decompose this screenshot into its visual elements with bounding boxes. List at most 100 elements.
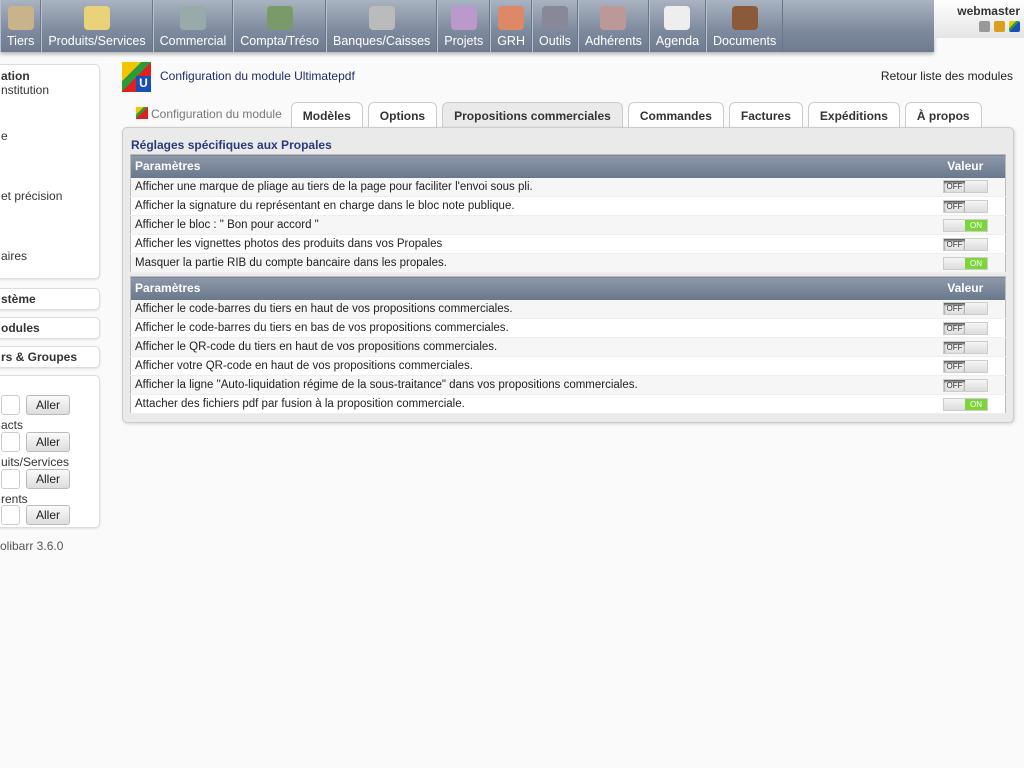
ultimatepdf-icon[interactable] [1009, 21, 1020, 32]
menu-icon [266, 6, 293, 30]
menu-10[interactable]: Documents [706, 0, 784, 52]
tab-0[interactable]: Configuration du module [130, 102, 286, 127]
toggle-switch[interactable]: OFF [942, 378, 988, 392]
toggle-switch[interactable]: OFF [942, 340, 988, 354]
menu-5[interactable]: Projets [437, 0, 491, 52]
menu-label: Compta/Tréso [240, 34, 320, 48]
table-header: Paramètres Valeur [130, 154, 1006, 178]
tab-6[interactable]: Expéditions [807, 102, 900, 127]
table-row: Masquer la partie RIB du compte bancaire… [130, 253, 1006, 273]
sidebar-setup: ation nstitution e et précision aires [0, 64, 100, 279]
sidebar-item[interactable]: aires [1, 249, 27, 263]
setting-label: Afficher le QR-code du tiers en haut de … [130, 337, 926, 357]
sidebar-setup-title[interactable]: ation [1, 69, 30, 83]
sidebar-item[interactable]: e [1, 129, 8, 143]
menu-6[interactable]: GRH [490, 0, 532, 52]
menu-icon [498, 6, 525, 30]
menu-2[interactable]: Commercial [152, 0, 234, 52]
search-button[interactable]: Aller [26, 432, 70, 452]
setting-label: Afficher le code-barres du tiers en haut… [130, 299, 926, 319]
tab-label: À propos [916, 109, 970, 123]
setting-label: Attacher des fichiers pdf par fusion à l… [130, 394, 926, 414]
printer-icon[interactable] [979, 21, 990, 32]
setting-label: Afficher la signature du représentant en… [130, 196, 926, 216]
lock-icon[interactable] [994, 21, 1005, 32]
tab-7[interactable]: À propos [904, 102, 982, 127]
top-menu: Tiers Produits/Services Commercial Compta/T… [0, 0, 934, 52]
tab-4[interactable]: Commandes [627, 102, 724, 127]
search-label: uits/Services [1, 455, 70, 469]
sidebar-system[interactable]: stème [0, 288, 100, 310]
toggle-switch[interactable]: OFF [942, 359, 988, 373]
sidebar-item[interactable]: nstitution [1, 83, 49, 97]
tab-2[interactable]: Options [367, 102, 438, 127]
toggle-switch[interactable]: ON [942, 256, 988, 270]
tab-1[interactable]: Modèles [290, 102, 363, 127]
menu-8[interactable]: Adhérents [577, 0, 649, 52]
menu-1[interactable]: Produits/Services [41, 0, 153, 52]
table-row: Afficher le bloc : " Bon pour accord " ON [130, 215, 1006, 235]
toggle-value: OFF [943, 360, 966, 372]
menu-label: Documents [713, 34, 777, 48]
menu-label: Adhérents [584, 34, 642, 48]
menu-icon [541, 6, 568, 30]
sidebar-search: Aller acts Aller uits/Services Aller ren… [0, 375, 100, 528]
menu-4[interactable]: Banques/Caisses [326, 0, 438, 52]
menu-3[interactable]: Compta/Tréso [233, 0, 327, 52]
col-header: Paramètres [130, 154, 926, 178]
ultimatepdf-logo: U [122, 62, 151, 92]
menu-7[interactable]: Outils [531, 0, 578, 52]
menu-icon [368, 6, 395, 30]
search-label: rents [1, 492, 28, 506]
tab-3[interactable]: Propositions commerciales [442, 102, 623, 127]
menu-9[interactable]: Agenda [648, 0, 707, 52]
table-row: Afficher le QR-code du tiers en haut de … [130, 337, 1006, 357]
sidebar-modules-label: odules [1, 321, 40, 335]
menu-label: Commercial [159, 34, 227, 48]
back-to-modules-link[interactable]: Retour liste des modules [881, 69, 1013, 83]
search-input[interactable] [1, 432, 20, 452]
toggle-switch[interactable]: ON [942, 397, 988, 411]
sidebar-users-label: rs & Groupes [1, 350, 78, 364]
tab-label: Expéditions [819, 109, 888, 123]
username[interactable]: webmaster [957, 4, 1020, 18]
sidebar-item[interactable]: et précision [1, 189, 62, 203]
search-input[interactable] [1, 505, 20, 525]
tab-5[interactable]: Factures [728, 102, 803, 127]
setting-label: Masquer la partie RIB du compte bancaire… [130, 253, 926, 273]
toggle-value: OFF [943, 341, 966, 353]
toggle-value: ON [965, 257, 987, 269]
settings-table: Paramètres Valeur Afficher une marque de p… [130, 154, 1006, 273]
toggle-value: OFF [943, 238, 966, 250]
sidebar-system-label: stème [1, 292, 36, 306]
search-input[interactable] [1, 469, 20, 489]
menu-label: Produits/Services [48, 34, 146, 48]
menu-icon [179, 6, 206, 30]
tab-label: Propositions commerciales [454, 109, 611, 123]
setting-label: Afficher le bloc : " Bon pour accord " [130, 215, 926, 235]
search-button[interactable]: Aller [26, 395, 70, 415]
tab-label: Factures [740, 109, 791, 123]
toggle-value: OFF [943, 181, 966, 193]
search-input[interactable] [1, 395, 20, 415]
toggle-switch[interactable]: OFF [942, 302, 988, 316]
search-button[interactable]: Aller [26, 469, 70, 489]
menu-0[interactable]: Tiers [0, 0, 42, 52]
menu-label: Tiers [7, 34, 35, 48]
col-header: Valeur [925, 154, 1006, 178]
toggle-switch[interactable]: ON [942, 218, 988, 232]
toggle-switch[interactable]: OFF [942, 199, 988, 213]
toggle-switch[interactable]: OFF [942, 180, 988, 194]
sidebar-users[interactable]: rs & Groupes [0, 346, 100, 368]
toggle-value: OFF [943, 322, 966, 334]
toggle-switch[interactable]: OFF [942, 321, 988, 335]
toggle-switch[interactable]: OFF [942, 237, 988, 251]
tab-label: Options [379, 109, 426, 123]
sidebar-modules[interactable]: odules [0, 317, 100, 339]
setting-label: Afficher le code-barres du tiers en bas … [130, 318, 926, 338]
settings-table: Paramètres Valeur Afficher le code-barres … [130, 276, 1006, 414]
search-button[interactable]: Aller [26, 505, 70, 525]
col-header: Valeur [925, 276, 1006, 300]
menu-icon [600, 6, 627, 30]
toggle-value: OFF [943, 200, 966, 212]
